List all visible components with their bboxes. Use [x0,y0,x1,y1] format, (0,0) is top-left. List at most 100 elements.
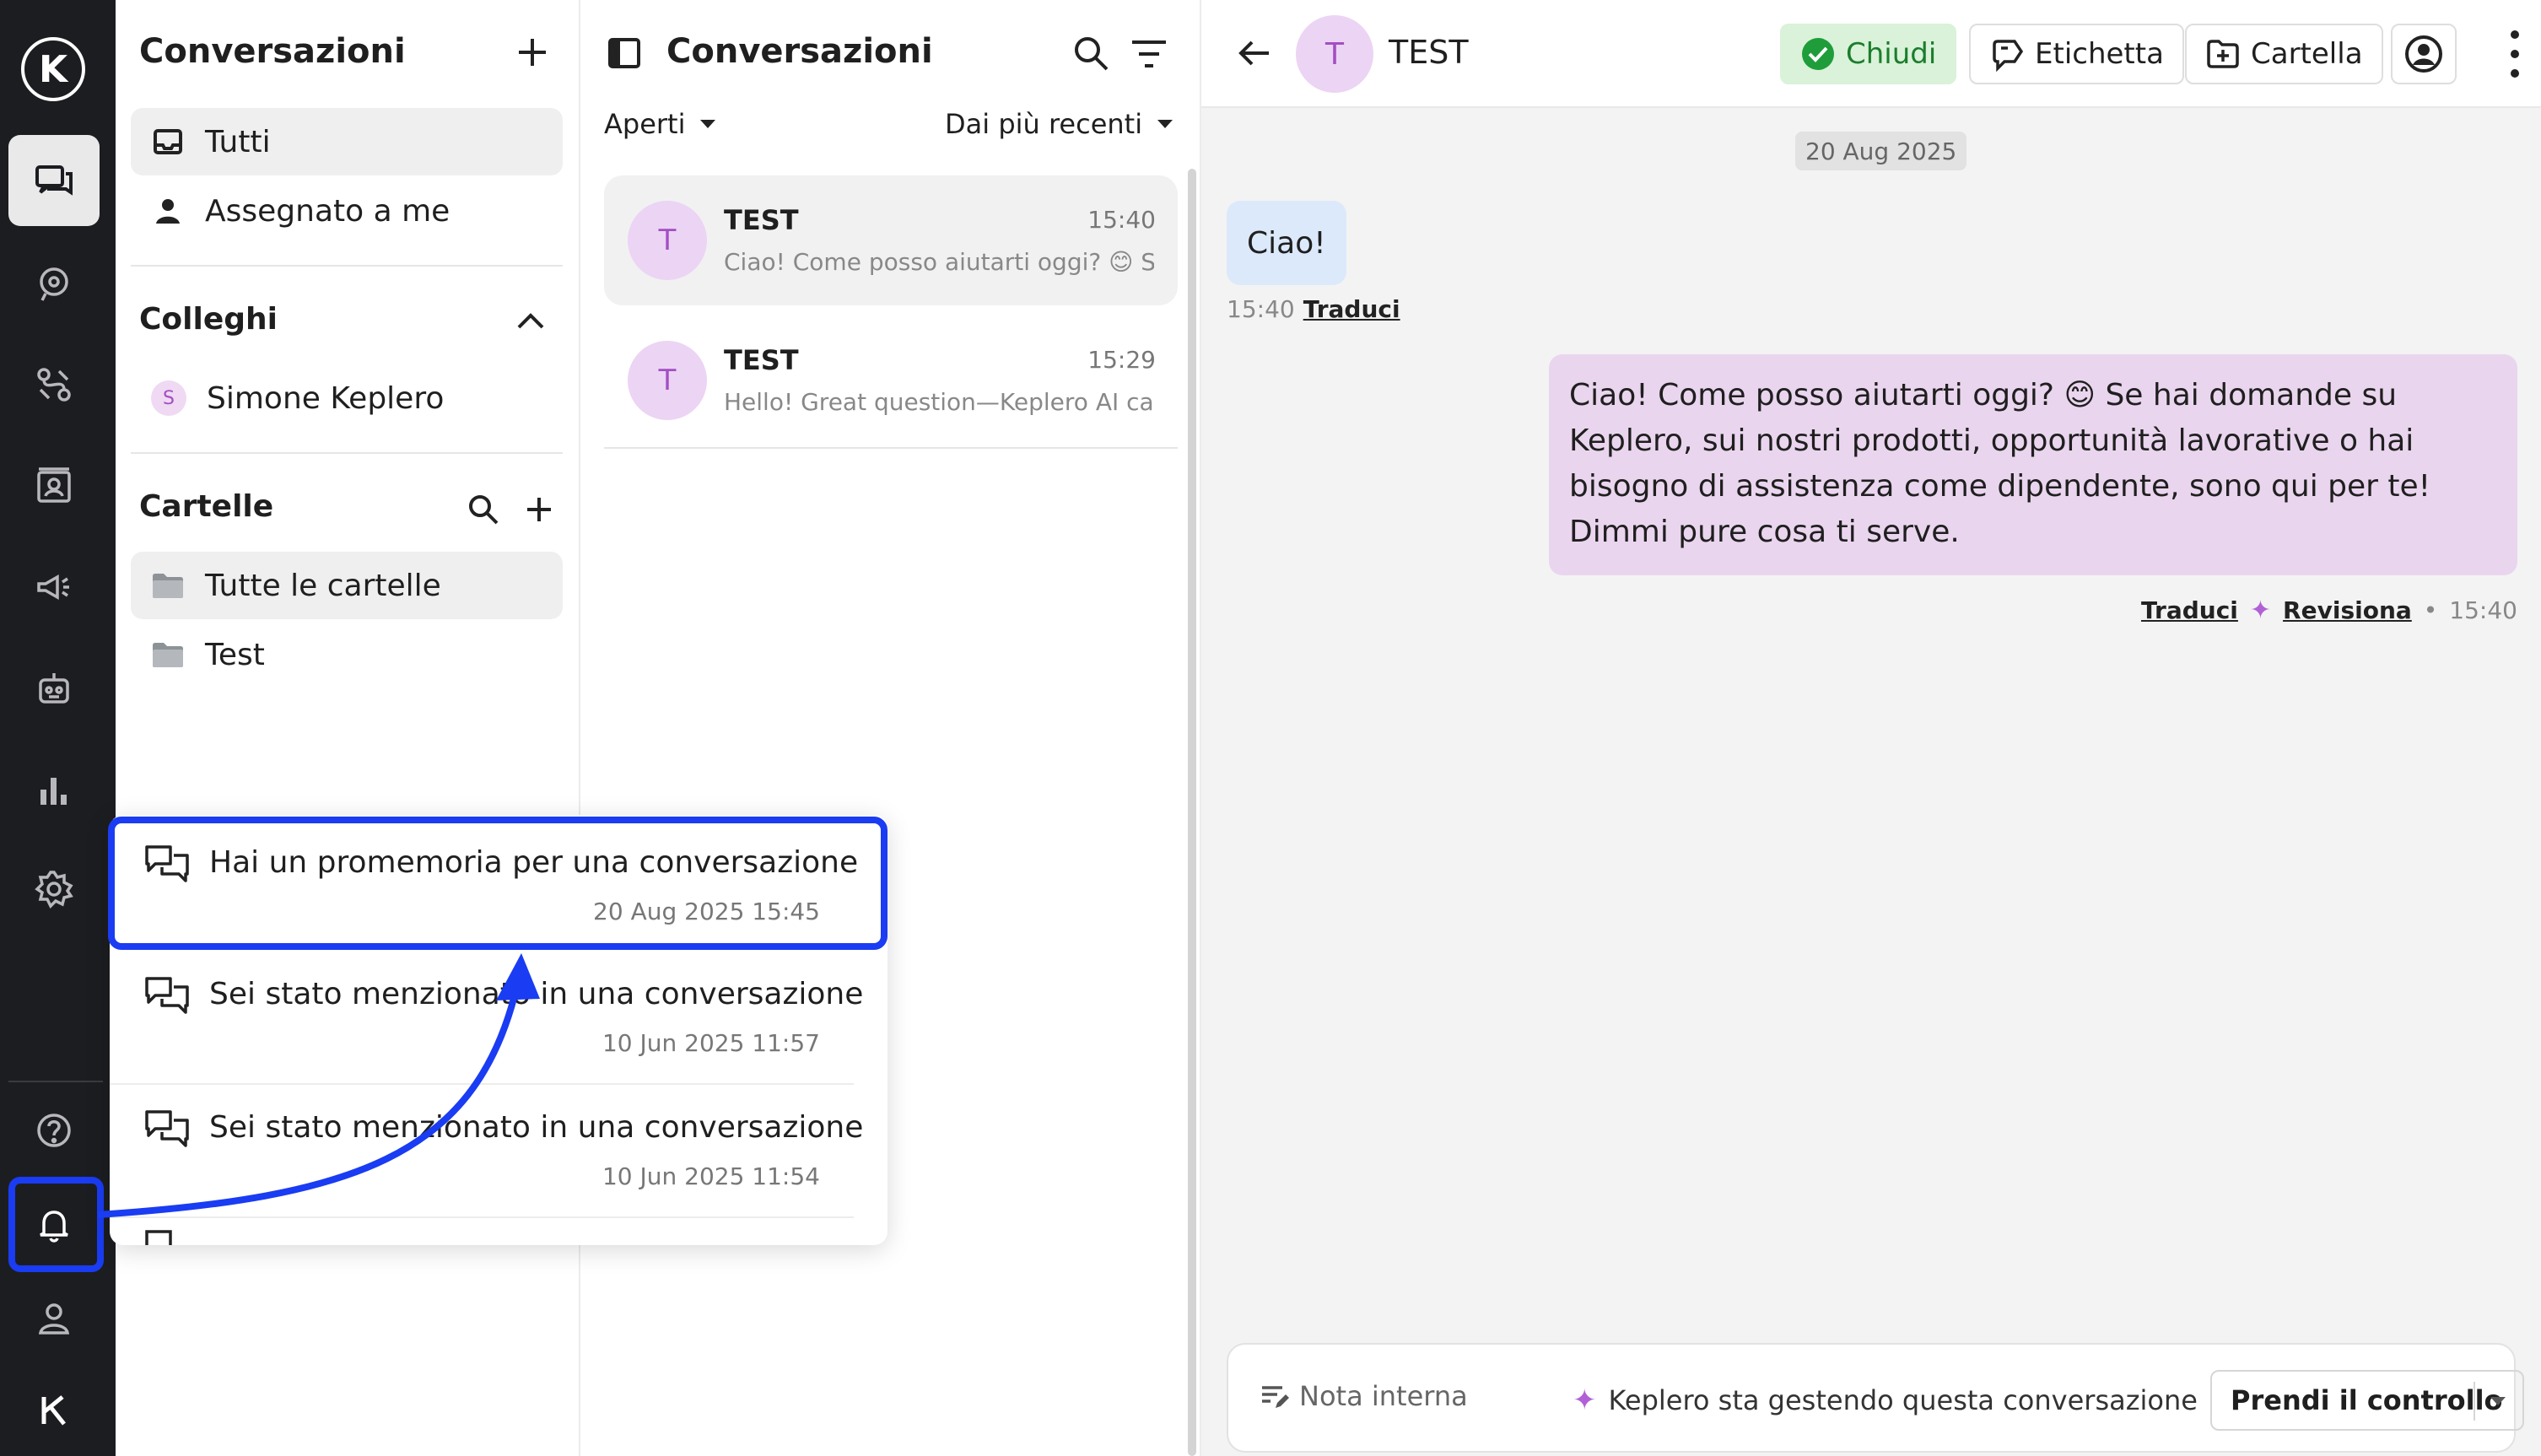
incoming-message: Ciao! [1227,201,1346,285]
notification-time: 10 Jun 2025 11:57 [602,1029,820,1057]
composer-bar: Nota interna ✦ Keplero sta gestendo ques… [1227,1343,2524,1453]
user-circle-icon [2405,35,2442,73]
more-options-icon[interactable] [2509,30,2521,78]
date-separator: 20 Aug 2025 [1795,132,1967,170]
folder-item-test[interactable]: Test [131,621,563,688]
status-filter-dropdown[interactable]: Aperti [604,108,716,140]
scrollbar[interactable] [1188,169,1196,1456]
conversation-preview: Hello! Great question—Keplero AI can hel… [724,388,1154,416]
tag-icon [1993,40,2024,72]
avatar: T [628,341,707,420]
sparkle-icon: ✦ [1573,1383,1597,1417]
chat-bubbles-icon [145,1110,189,1147]
add-conversation-icon[interactable] [514,34,551,71]
ai-handling-status: ✦ Keplero sta gestendo questa conversazi… [1573,1383,2198,1417]
person-icon [151,194,185,228]
incoming-message-meta: 15:40 Traduci [1227,295,1400,323]
conversation-item[interactable]: T TEST 15:29 Hello! Great question—Keple… [604,315,1178,445]
caret-down-icon[interactable] [2490,1397,2506,1405]
back-arrow-icon[interactable] [1235,34,1274,73]
button-split-divider [2474,1382,2475,1421]
add-folder-icon[interactable] [522,493,556,526]
filter-icon[interactable] [1130,37,1168,71]
sidebar-item-all[interactable]: Tutti [131,108,563,175]
notification-item[interactable]: Sei stato menzionato in una conversazion… [110,952,887,1085]
conversation-item[interactable]: T TEST 15:40 Ciao! Come posso aiutarti o… [604,175,1178,305]
sidebar-item-label: Tutti [205,124,271,159]
folder-icon [153,643,183,667]
folders-heading: Cartelle [139,489,274,524]
conversation-name: TEST [724,204,799,236]
conversation-name: TEST [724,344,799,376]
divider [131,452,563,454]
avatar: T [1296,15,1373,93]
sidebar-item-assigned[interactable]: Assegnato a me [131,177,563,245]
folder-label: Tutte le cartelle [205,568,441,603]
contacts-icon[interactable] [8,440,100,531]
sort-dropdown[interactable]: Dai più recenti [945,108,1173,140]
settings-icon[interactable] [8,844,100,935]
chat-bubbles-icon [145,1230,172,1245]
campaigns-icon[interactable] [8,542,100,633]
divider [110,1216,854,1218]
outgoing-message: Ciao! Come posso aiutarti oggi? 😊 Se hai… [1549,354,2517,575]
check-circle-icon [1802,38,1834,70]
notification-highlight-box [108,817,887,950]
avatar: S [151,380,186,416]
outgoing-message-meta: Traduci ✦ Revisiona • 15:40 [2141,596,2517,625]
colleague-item[interactable]: S Simone Keplero [131,364,563,432]
conversation-time: 15:40 [1087,206,1156,234]
search-folders-icon[interactable] [467,493,500,526]
bell-highlight-box [8,1177,104,1272]
take-control-button[interactable]: Prendi il controllo [2210,1370,2524,1431]
divider [131,265,563,267]
sidebar-item-label: Assegnato a me [205,193,450,229]
folder-item-all[interactable]: Tutte le cartelle [131,552,563,619]
contact-name: TEST [1389,34,1469,71]
conversation-list-title: Conversazioni [666,32,933,71]
analytics-icon[interactable] [8,744,100,835]
colleague-name: Simone Keplero [207,380,445,416]
conversations-icon[interactable] [8,135,100,226]
bullet-separator: • [2423,596,2438,624]
assign-button[interactable] [2391,24,2457,84]
notification-title: Sei stato menzionato in una conversazion… [209,977,864,1011]
help-icon[interactable] [8,1085,100,1176]
inbox-icon [151,125,185,159]
brand-logo-icon [8,1365,100,1456]
caret-down-icon [700,120,716,128]
message-time: 15:40 [1227,295,1295,323]
internal-note-button[interactable]: Nota interna [1259,1380,1468,1412]
translate-link[interactable]: Traduci [1303,295,1400,323]
chevron-up-icon[interactable] [515,310,546,331]
support-icon[interactable] [8,238,100,329]
panel-toggle-icon[interactable] [607,37,641,69]
colleagues-heading: Colleghi [139,302,278,337]
folder-button[interactable]: Cartella [2185,24,2383,84]
sparkle-icon: ✦ [2249,596,2272,625]
sort-value: Dai più recenti [945,108,1143,140]
profile-icon[interactable] [8,1272,100,1363]
notification-item[interactable]: Sei stato menzionato in una conversazion… [110,1085,887,1218]
folder-icon [153,574,183,598]
revise-link[interactable]: Revisiona [2283,596,2412,624]
translate-link[interactable]: Traduci [2141,596,2238,624]
chat-panel: T TEST Chiudi Etichetta Cartella 20 Aug … [1201,0,2541,1456]
bot-icon[interactable] [8,643,100,734]
notification-time: 10 Jun 2025 11:54 [602,1162,820,1190]
close-conversation-button[interactable]: Chiudi [1780,24,1957,84]
conversation-time: 15:29 [1087,346,1156,374]
rail-divider [8,1081,103,1082]
conversation-preview: Ciao! Come posso aiutarti oggi? 😊 Se hai… [724,248,1154,276]
search-icon[interactable] [1071,34,1110,73]
label-button[interactable]: Etichetta [1969,24,2184,84]
app-logo[interactable]: K [21,37,85,101]
integrations-icon[interactable] [8,339,100,430]
sidebar-title: Conversazioni [139,32,406,71]
folder-label: Test [205,637,265,672]
status-filter-value: Aperti [604,108,686,140]
avatar: T [628,201,707,280]
caret-down-icon [1157,120,1173,128]
chat-header: T TEST Chiudi Etichetta Cartella [1201,0,2541,108]
folder-plus-icon [2207,40,2239,68]
